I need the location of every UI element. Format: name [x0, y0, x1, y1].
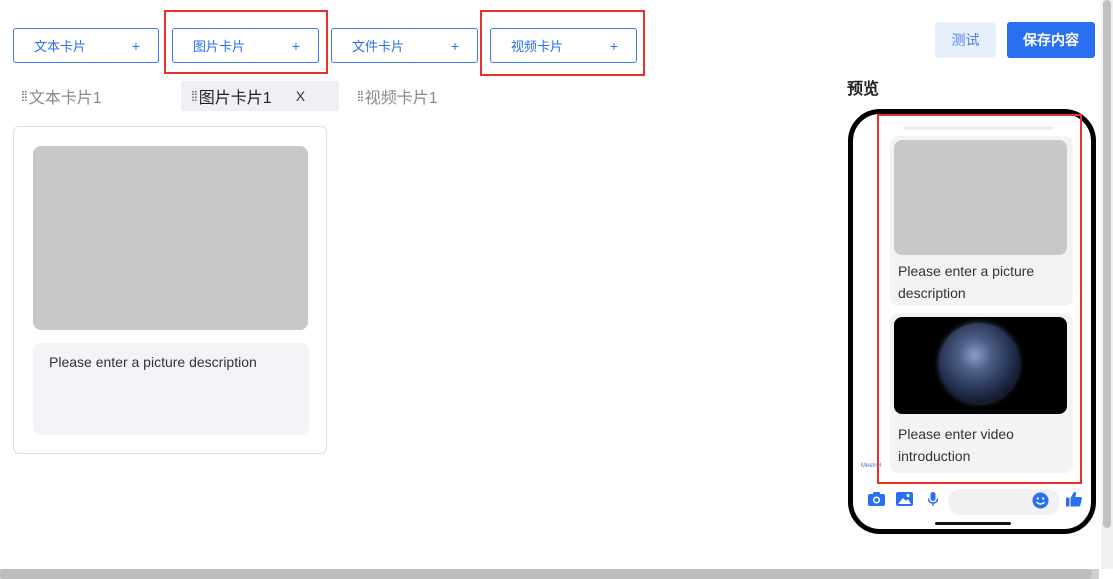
- add-file-card-label: 文件卡片: [352, 39, 405, 54]
- image-card-editor: Please enter a picture description: [13, 126, 327, 454]
- save-button[interactable]: 保存内容: [1007, 22, 1095, 58]
- tab-label: 视频卡片1: [364, 90, 438, 107]
- description-input[interactable]: Please enter a picture description: [33, 343, 309, 435]
- card-image[interactable]: [33, 146, 308, 330]
- add-text-card-button[interactable]: 文本卡片 +: [13, 28, 159, 63]
- add-file-card-button[interactable]: 文件卡片 +: [331, 28, 478, 63]
- drag-handle-icon[interactable]: ⁞⁞: [357, 88, 364, 104]
- add-text-card-label: 文本卡片: [34, 39, 87, 54]
- drag-handle-icon[interactable]: ⁞⁞: [191, 88, 198, 104]
- drag-handle-icon[interactable]: ⁞⁞: [21, 88, 28, 104]
- plus-icon: +: [131, 37, 140, 54]
- vertical-scrollbar-thumb[interactable]: [1103, 0, 1111, 528]
- image-icon[interactable]: [895, 491, 914, 512]
- plus-icon: +: [450, 37, 459, 54]
- page: 文本卡片 + 图片卡片 + 文件卡片 + 视频卡片 + ⁞⁞ 文本卡片1 ⁞⁞ …: [0, 0, 1113, 579]
- close-icon[interactable]: X: [296, 88, 305, 104]
- test-button[interactable]: 测试: [935, 22, 996, 58]
- tab-label: 文本卡片1: [28, 90, 102, 107]
- smile-icon[interactable]: [1032, 492, 1049, 514]
- horizontal-scrollbar-thumb[interactable]: [0, 569, 1092, 579]
- tab-video-card-1[interactable]: ⁞⁞ 视频卡片1: [357, 81, 438, 111]
- thumbs-up-icon[interactable]: [1065, 490, 1083, 513]
- tab-text-card-1[interactable]: ⁞⁞ 文本卡片1: [21, 81, 102, 111]
- home-indicator: [935, 522, 1011, 525]
- highlight-box-video-card: [480, 10, 645, 76]
- preview-title: 预览: [847, 81, 880, 98]
- tab-label: 图片卡片1: [198, 90, 272, 107]
- highlight-box-preview: [877, 114, 1082, 484]
- camera-icon[interactable]: [867, 491, 886, 512]
- microphone-icon[interactable]: [927, 491, 939, 512]
- tab-image-card-1[interactable]: ⁞⁞ 图片卡片1 X: [181, 81, 339, 111]
- highlight-box-image-card: [164, 10, 328, 74]
